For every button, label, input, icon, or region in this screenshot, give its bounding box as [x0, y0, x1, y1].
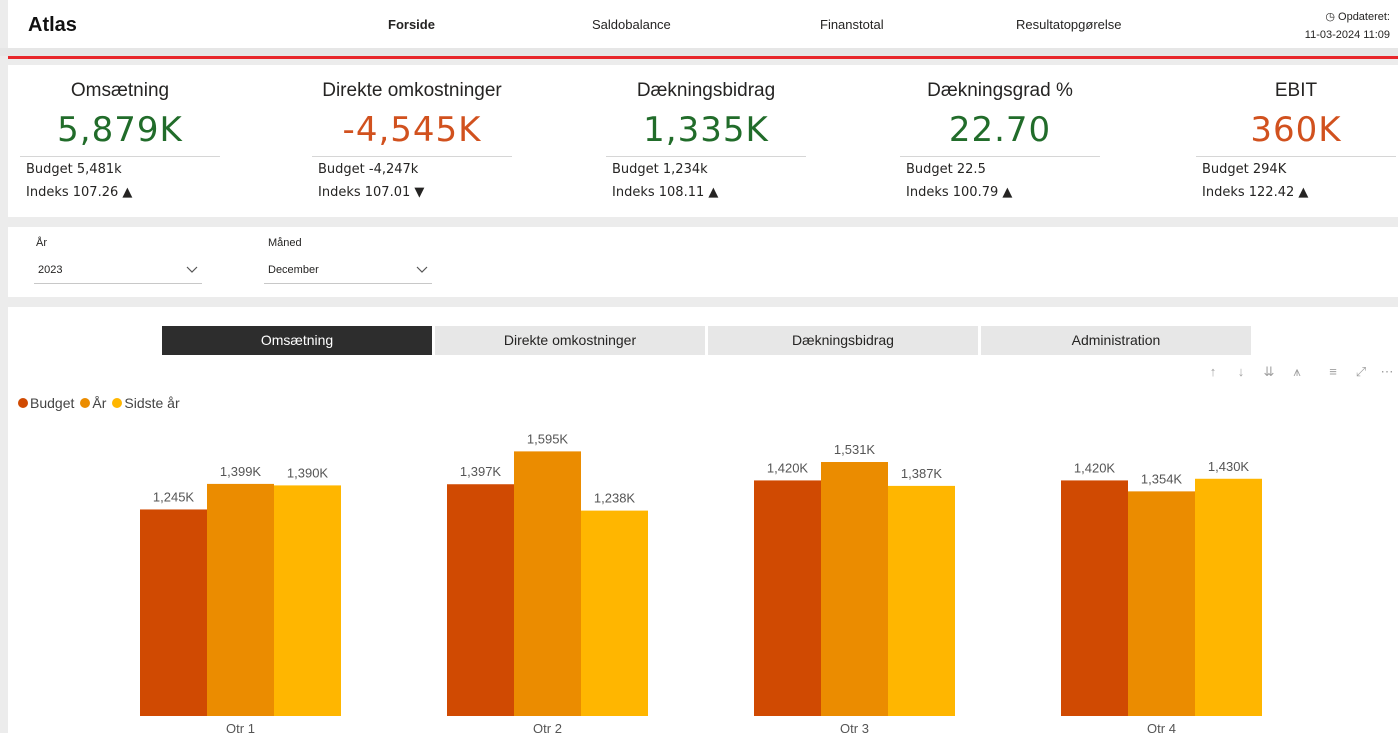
kpi-index: Indeks 122.42 ▲ [1202, 185, 1309, 200]
x-tick-label: Qtr 1 [226, 721, 255, 733]
kpi-ebit: EBIT 360K Budget 294K Indeks 122.42 ▲ [1196, 65, 1398, 217]
kpi-divider [312, 156, 512, 157]
top-nav-bar: Atlas Forside Saldobalance Finanstotal R… [8, 0, 1398, 48]
bar-chart: 1,245K 1,399K 1,390K Qtr 1 1,397K 1,595K 1,238… [140, 431, 1262, 733]
bar-år-qtr-2[interactable] [514, 451, 581, 716]
updated-timestamp: ◷ Opdateret: 11-03-2024 11:09 [1305, 8, 1390, 44]
x-tick-label: Qtr 2 [533, 721, 562, 733]
bar-sidste-år-qtr-3[interactable] [888, 485, 955, 716]
chevron-down-icon [416, 266, 428, 273]
data-label: 1,595K [527, 431, 569, 446]
x-tick-label: Qtr 3 [840, 721, 869, 733]
kpi-index: Indeks 107.01 ▼ [318, 185, 425, 200]
chevron-down-icon [186, 266, 198, 273]
data-label: 1,387K [901, 466, 943, 481]
data-label: 1,390K [287, 465, 329, 480]
kpi-index: Indeks 107.26 ▲ [26, 185, 133, 200]
bar-år-qtr-3[interactable] [821, 462, 888, 716]
bar-år-qtr-1[interactable] [207, 483, 274, 716]
nav-finanstotal[interactable]: Finanstotal [820, 17, 884, 32]
data-label: 1,397K [460, 464, 502, 479]
bar-sidste-år-qtr-4[interactable] [1195, 478, 1262, 716]
kpi-value: 360K [1250, 110, 1342, 150]
kpi-budget: Budget -4,247k [318, 162, 419, 177]
kpi-title: Direkte omkostninger [322, 80, 502, 101]
kpi-divider [20, 156, 220, 157]
year-filter-label: År [36, 237, 47, 249]
accent-divider [8, 56, 1398, 59]
kpi-direkte-omkostninger: Direkte omkostninger -4,545K Budget -4,2… [312, 65, 552, 217]
kpi-title: Dækningsgrad % [927, 80, 1073, 101]
data-label: 1,245K [153, 489, 195, 504]
kpi-index: Indeks 100.79 ▲ [906, 185, 1013, 200]
x-tick-label: Qtr 4 [1147, 721, 1176, 733]
kpi-budget: Budget 1,234k [612, 162, 708, 177]
kpi-title: EBIT [1274, 80, 1318, 101]
kpi-daekningsbidrag: Dækningsbidrag 1,335K Budget 1,234k Inde… [606, 65, 846, 217]
bar-år-qtr-4[interactable] [1128, 491, 1195, 716]
kpi-title: Omsætning [70, 80, 170, 101]
data-label: 1,238K [594, 491, 636, 506]
month-dropdown-value: December [268, 264, 319, 276]
kpi-divider [900, 156, 1100, 157]
kpi-daekningsgrad: Dækningsgrad % 22.70 Budget 22.5 Indeks … [900, 65, 1140, 217]
month-dropdown[interactable]: December [264, 258, 432, 284]
kpi-index: Indeks 108.11 ▲ [612, 185, 719, 200]
nav-saldobalance[interactable]: Saldobalance [592, 17, 671, 32]
year-dropdown[interactable]: 2023 [34, 258, 202, 284]
kpi-budget: Budget 22.5 [906, 162, 986, 177]
bar-budget-qtr-4[interactable] [1061, 480, 1128, 716]
kpi-budget: Budget 294K [1202, 162, 1287, 177]
kpi-value: 5,879K [57, 110, 183, 150]
data-label: 1,420K [767, 460, 809, 475]
kpi-panel: Omsætning 5,879K Budget 5,481k Indeks 10… [8, 65, 1398, 217]
kpi-divider [1196, 156, 1396, 157]
kpi-value: -4,545K [342, 110, 482, 150]
bar-budget-qtr-1[interactable] [140, 509, 207, 716]
data-label: 1,420K [1074, 460, 1116, 475]
bar-sidste-år-qtr-1[interactable] [274, 485, 341, 716]
updated-label: ◷ Opdateret: [1325, 11, 1390, 23]
kpi-title: Dækningsbidrag [636, 80, 776, 101]
updated-value: 11-03-2024 11:09 [1304, 29, 1390, 41]
bar-budget-qtr-3[interactable] [754, 480, 821, 716]
data-label: 1,399K [220, 464, 262, 479]
nav-forside[interactable]: Forside [388, 17, 435, 32]
data-label: 1,430K [1208, 459, 1250, 474]
kpi-value: 22.70 [948, 110, 1052, 150]
month-filter-label: Måned [268, 237, 302, 249]
header-gap [0, 48, 1398, 56]
filter-panel: År 2023 Måned December [8, 227, 1398, 297]
bar-budget-qtr-2[interactable] [447, 484, 514, 716]
kpi-value: 1,335K [643, 110, 769, 150]
app-logo: Atlas [28, 14, 77, 36]
bar-sidste-år-qtr-2[interactable] [581, 510, 648, 716]
kpi-budget: Budget 5,481k [26, 162, 122, 177]
nav-resultatopgorelse[interactable]: Resultatopgørelse [1016, 17, 1122, 32]
kpi-omsaetning: Omsætning 5,879K Budget 5,481k Indeks 10… [20, 65, 260, 217]
year-dropdown-value: 2023 [38, 264, 63, 276]
data-label: 1,354K [1141, 471, 1183, 486]
chart-panel: Omsætning Direkte omkostninger Dækningsb… [8, 307, 1398, 733]
kpi-divider [606, 156, 806, 157]
data-label: 1,531K [834, 442, 876, 457]
